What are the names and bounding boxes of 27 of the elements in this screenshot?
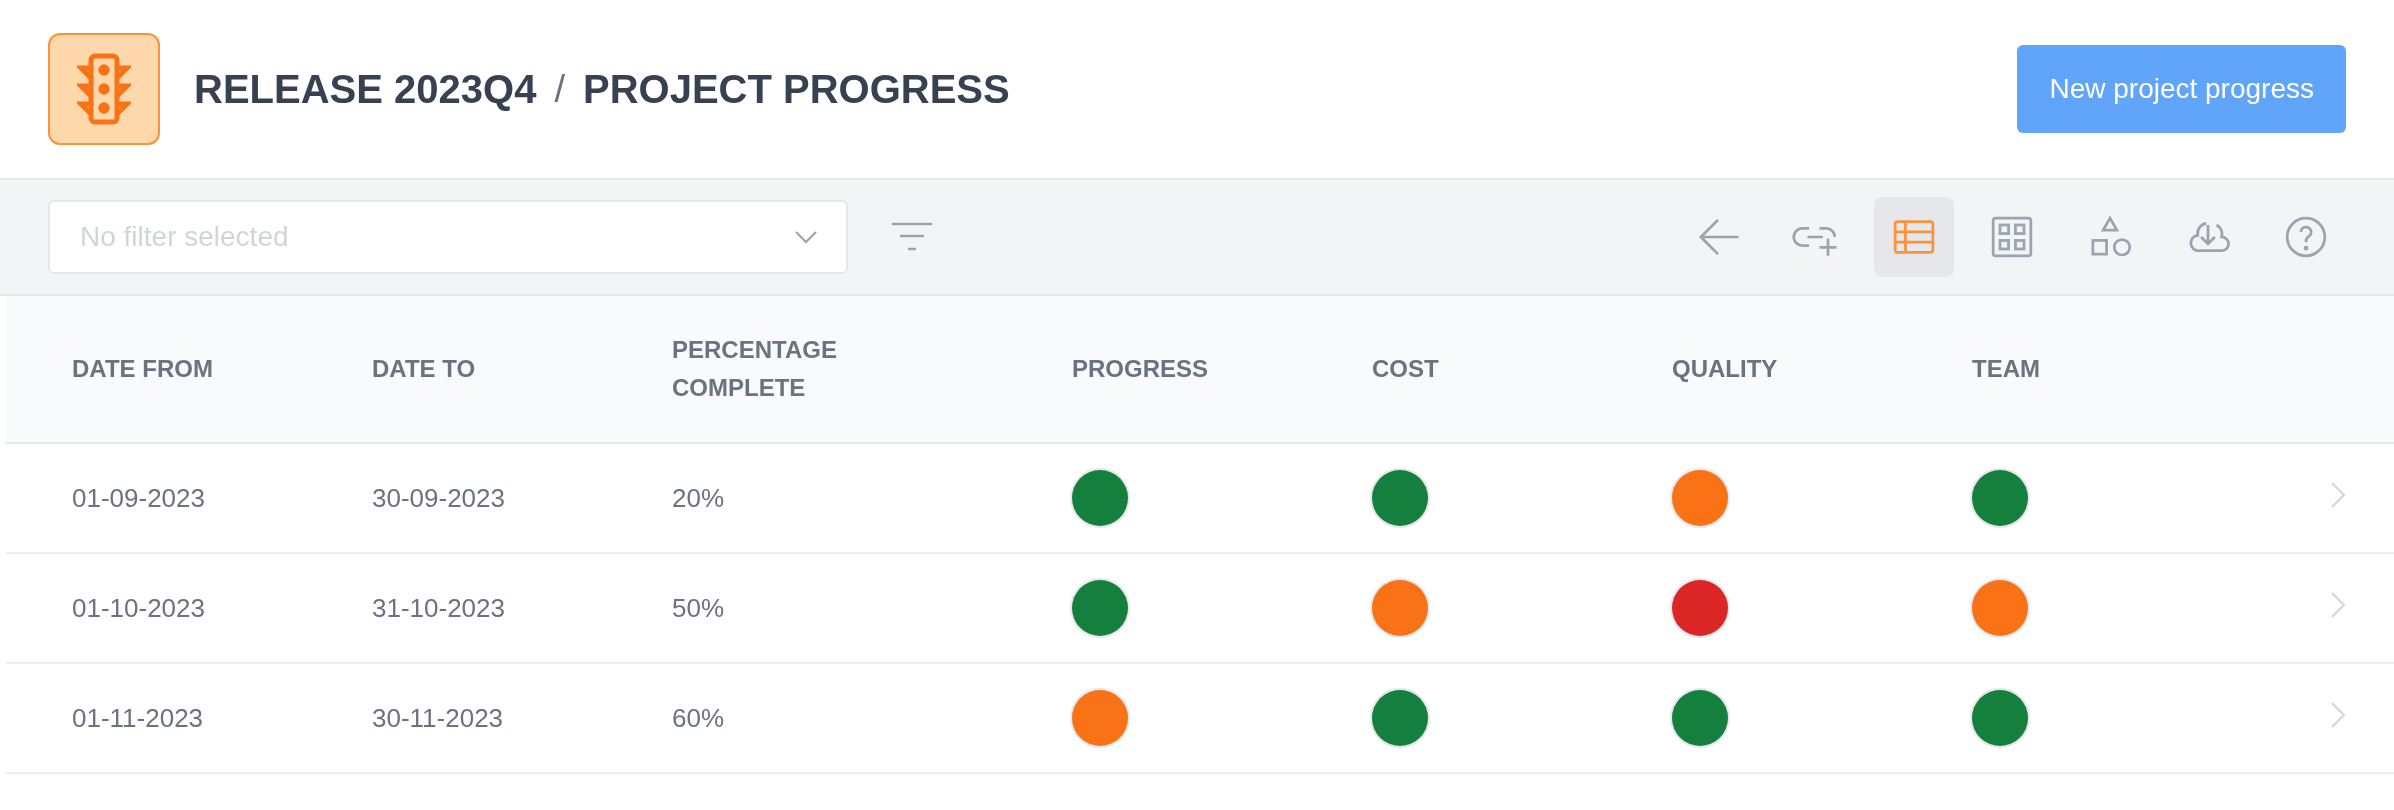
table-cell: 20% [672, 482, 725, 513]
table-cell: 31-10-2023 [372, 592, 505, 623]
column-header: QUALITY [1672, 355, 1778, 382]
table-cell: 01-10-2023 [72, 592, 205, 623]
table-cell: 30-09-2023 [372, 482, 505, 513]
table-cell: 01-09-2023 [72, 482, 205, 513]
table-cell: 60% [672, 702, 725, 733]
column-header: PERCENTAGE COMPLETE [672, 335, 838, 403]
table-cell: 30-11-2023 [372, 702, 504, 733]
chevron-right-icon[interactable] [2330, 590, 2346, 619]
column-header: TEAM [1972, 355, 2040, 382]
breadcrumb-title: RELEASE 2023Q4 [194, 66, 537, 112]
column-header: DATE TO [372, 355, 476, 382]
table-cell: 50% [672, 592, 725, 623]
new-project-progress-button[interactable]: New project progress [2017, 45, 2346, 133]
breadcrumb-title: PROJECT PROGRESS [582, 66, 1010, 112]
column-header: COST [1372, 355, 1439, 382]
column-header: DATE FROM [72, 355, 213, 382]
chevron-right-icon[interactable] [2330, 700, 2346, 729]
column-header: PROGRESS [1072, 355, 1209, 382]
breadcrumb-separator: / [554, 67, 565, 111]
filter-lines-icon[interactable] [890, 221, 934, 253]
chevron-down-icon [794, 230, 818, 244]
chevron-right-icon[interactable] [2330, 480, 2346, 509]
table-cell: 01-11-2023 [72, 702, 204, 733]
traffic-light-icon [48, 33, 160, 145]
table-icon[interactable] [1874, 197, 1954, 277]
